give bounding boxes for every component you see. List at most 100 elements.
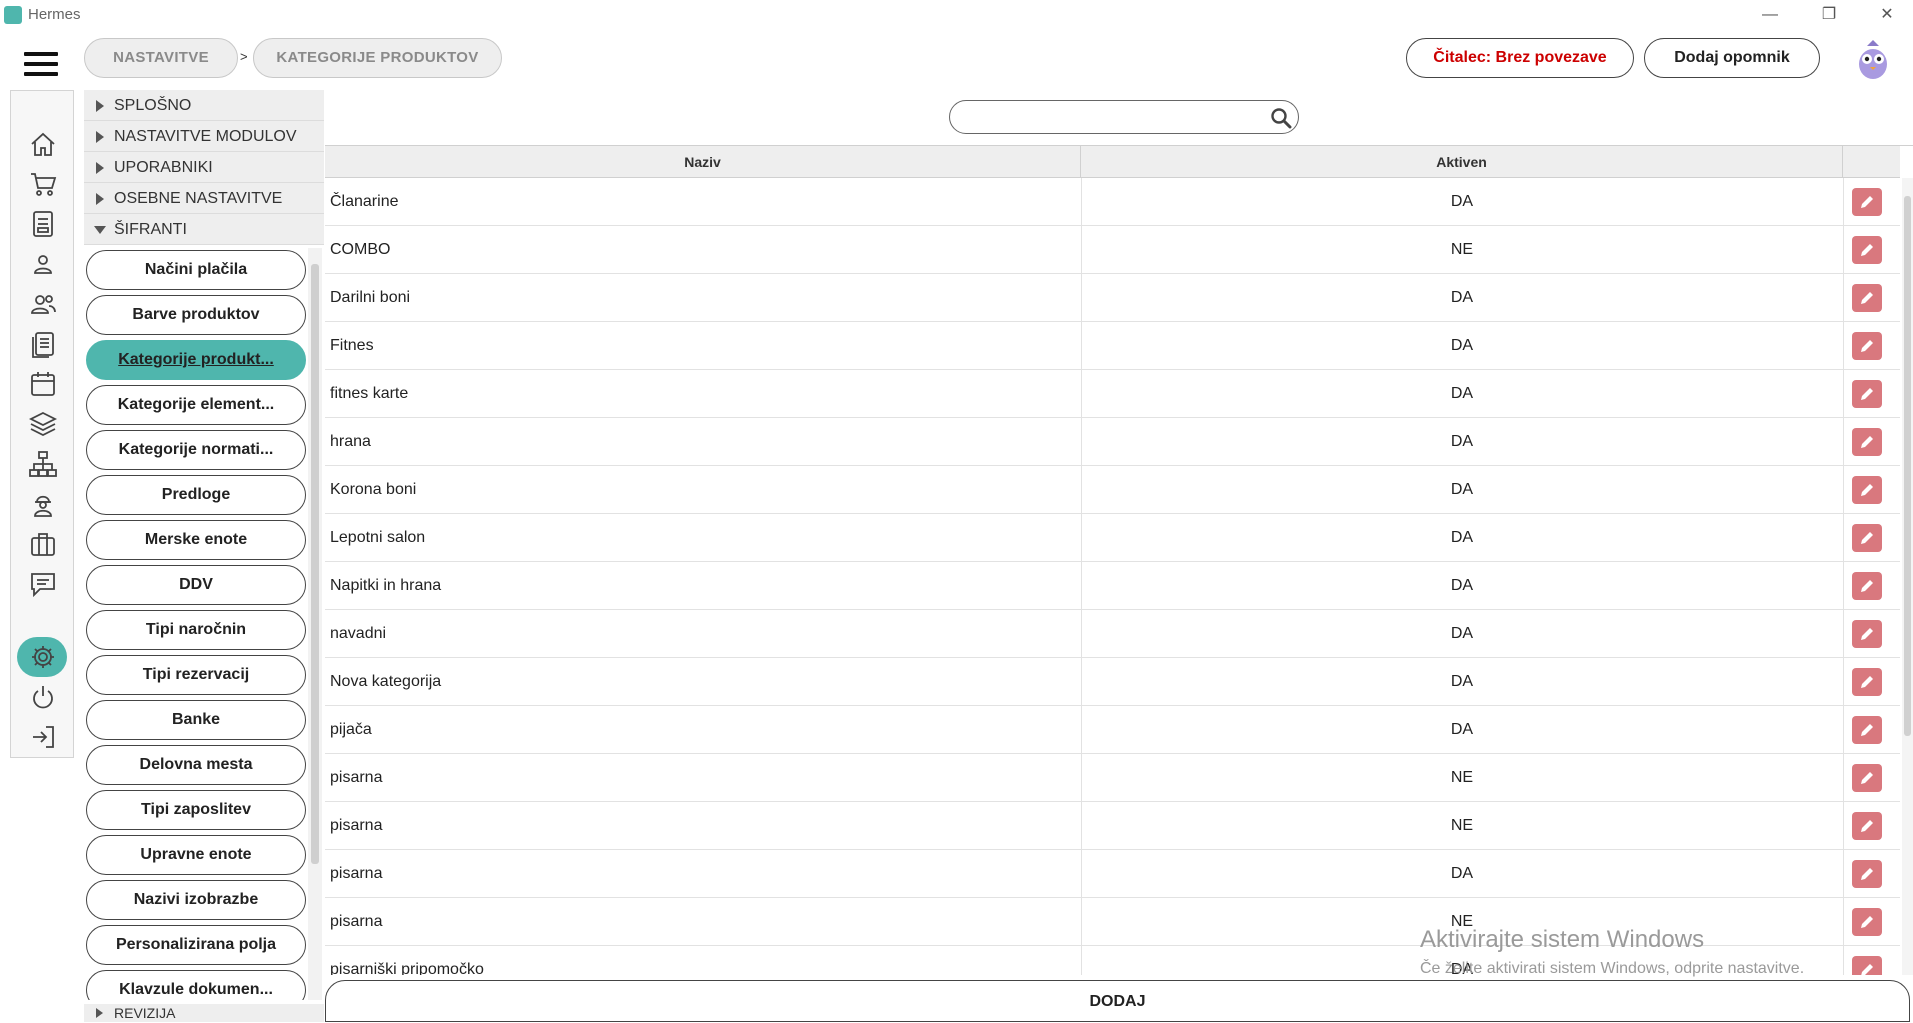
table-row[interactable]: Darilni boni DA [325,274,1900,322]
table-row[interactable]: navadni DA [325,610,1900,658]
table-row[interactable]: pisarna DA [325,850,1900,898]
edit-button[interactable] [1852,716,1882,744]
edit-button[interactable] [1852,764,1882,792]
table-row[interactable]: Lepotni salon DA [325,514,1900,562]
sub-item-predloge[interactable]: Predloge [86,475,306,515]
edit-button[interactable] [1852,428,1882,456]
sub-item-banke[interactable]: Banke [86,700,306,740]
tree-section-osebne-nastavitve[interactable]: OSEBNE NASTAVITVE [84,183,324,214]
sub-item-merske-enote[interactable]: Merske enote [86,520,306,560]
minimize-button[interactable]: — [1747,2,1793,28]
table-row[interactable]: Korona boni DA [325,466,1900,514]
tree-section-splosno[interactable]: SPLOŠNO [84,90,324,121]
users-icon[interactable] [28,289,58,319]
cart-icon[interactable] [28,169,58,199]
column-header-naziv[interactable]: Naziv [325,146,1081,178]
sub-item-tipi-zaposlitev[interactable]: Tipi zaposlitev [86,790,306,830]
table-row[interactable]: pisarna NE [325,754,1900,802]
table-row[interactable]: Napitki in hrana DA [325,562,1900,610]
breadcrumb-item-nastavitve[interactable]: NASTAVITVE [84,38,238,78]
edit-button[interactable] [1852,668,1882,696]
briefcase-icon[interactable] [28,529,58,559]
sub-item-kategorije-produktov[interactable]: Kategorije produkt... [86,340,306,380]
edit-button[interactable] [1852,812,1882,840]
column-header-aktiven[interactable]: Aktiven [1081,146,1843,178]
sub-item-klavzule-dokumentov[interactable]: Klavzule dokumen... [86,970,306,1000]
add-reminder-button[interactable]: Dodaj opomnik [1644,38,1820,78]
scrollbar-thumb[interactable] [311,264,319,864]
hamburger-menu-icon[interactable] [24,52,58,76]
edit-button[interactable] [1852,476,1882,504]
tree-section-uporabniki[interactable]: UPORABNIKI [84,152,324,183]
sub-item-nazivi-izobrazbe[interactable]: Nazivi izobrazbe [86,880,306,920]
power-icon[interactable] [28,682,58,712]
pencil-icon [1861,340,1873,352]
edit-button[interactable] [1852,332,1882,360]
list-document-icon[interactable] [28,329,58,359]
logout-icon[interactable] [28,722,58,752]
home-icon[interactable] [28,129,58,159]
scrollbar-thumb[interactable] [1904,196,1911,736]
edit-button[interactable] [1852,620,1882,648]
edit-button[interactable] [1852,188,1882,216]
cell-aktiven: DA [1450,337,1474,354]
sub-list-scrollbar[interactable] [308,248,322,1000]
close-button[interactable]: ✕ [1864,2,1910,28]
table-scrollbar[interactable] [1902,178,1913,975]
module-icon-bar [10,90,74,758]
table-row[interactable]: Članarine DA [325,178,1900,226]
edit-button[interactable] [1852,236,1882,264]
calendar-icon[interactable] [28,369,58,399]
edit-button[interactable] [1852,956,1882,975]
worker-icon[interactable] [28,489,58,519]
column-divider [1843,562,1844,610]
edit-button[interactable] [1852,380,1882,408]
expand-triangle-icon [96,100,104,112]
sub-item-ddv[interactable]: DDV [86,565,306,605]
edit-button[interactable] [1852,908,1882,936]
cell-naziv: COMBO [330,241,391,258]
search-box[interactable] [949,100,1299,134]
edit-button[interactable] [1852,284,1882,312]
sub-item-personalizirana-polja[interactable]: Personalizirana polja [86,925,306,965]
document-icon[interactable] [28,209,58,239]
tree-section-nastavitve-modulov[interactable]: NASTAVITVE MODULOV [84,121,324,152]
cell-naziv: Nova kategorija [330,673,442,690]
edit-button[interactable] [1852,524,1882,552]
sub-item-nacini-placila[interactable]: Načini plačila [86,250,306,290]
edit-button[interactable] [1852,572,1882,600]
edit-button[interactable] [1852,860,1882,888]
sub-item-tipi-rezervacij[interactable]: Tipi rezervacij [86,655,306,695]
watermark-title: Aktivirajte sistem Windows [1420,926,1705,953]
user-icon[interactable] [28,249,58,279]
reader-status-button[interactable]: Čitalec: Brez povezave [1406,38,1634,78]
sub-item-kategorije-normativov[interactable]: Kategorije normati... [86,430,306,470]
table-row[interactable]: pijača DA [325,706,1900,754]
gear-icon[interactable] [28,642,58,672]
cell-aktiven: DA [1450,577,1474,594]
network-icon[interactable] [28,449,58,479]
avatar[interactable] [1853,38,1893,80]
table-row[interactable]: pisarna NE [325,802,1900,850]
table-row[interactable]: fitnes karte DA [325,370,1900,418]
table-row[interactable]: Nova kategorija DA [325,658,1900,706]
sub-item-delovna-mesta[interactable]: Delovna mesta [86,745,306,785]
sub-item-kategorije-elementov[interactable]: Kategorije element... [86,385,306,425]
sub-item-tipi-narocnin[interactable]: Tipi naročnin [86,610,306,650]
chat-icon[interactable] [28,569,58,599]
search-icon[interactable] [1270,107,1292,129]
breadcrumb-item-kategorije-produktov[interactable]: KATEGORIJE PRODUKTOV [253,38,502,78]
expand-triangle-icon [96,1008,103,1018]
table-row[interactable]: Fitnes DA [325,322,1900,370]
search-input[interactable] [962,105,1262,129]
maximize-button[interactable]: ❐ [1806,2,1852,28]
sub-item-barve-produktov[interactable]: Barve produktov [86,295,306,335]
add-button[interactable]: DODAJ [325,980,1910,1022]
table-row[interactable]: COMBO NE [325,226,1900,274]
tree-section-revizija[interactable]: REVIZIJA [84,1004,324,1022]
column-divider [1843,274,1844,322]
tree-section-sifranti[interactable]: ŠIFRANTI [84,214,324,245]
sub-item-upravne-enote[interactable]: Upravne enote [86,835,306,875]
table-row[interactable]: hrana DA [325,418,1900,466]
layers-icon[interactable] [28,409,58,439]
